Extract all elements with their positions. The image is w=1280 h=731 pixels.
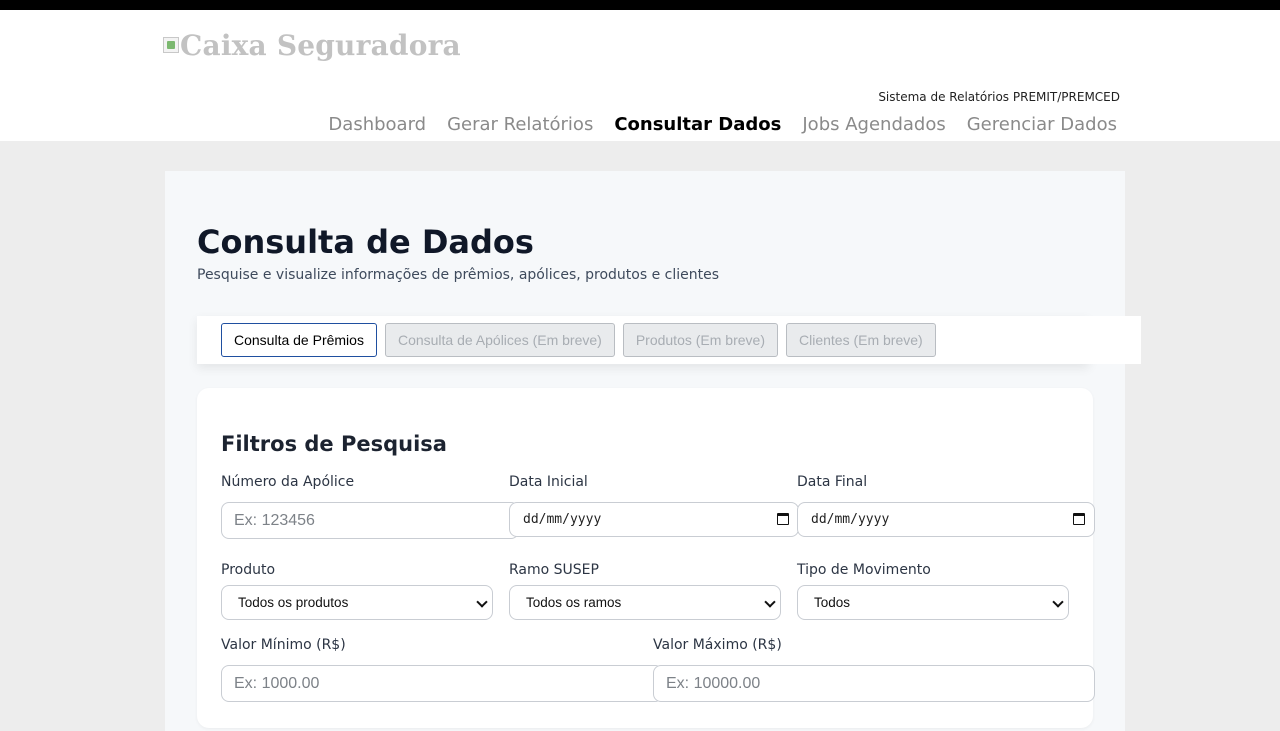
start-date-label: Data Inicial: [509, 474, 588, 490]
page-subtitle: Pesquise e visualize informações de prêm…: [197, 267, 720, 283]
broken-image-icon: [163, 37, 179, 53]
calendar-icon[interactable]: [1073, 513, 1085, 525]
end-date-value: dd/mm/yyyy: [811, 512, 890, 527]
main-nav: Dashboard Gerar Relatórios Consultar Dad…: [328, 114, 1117, 135]
tab-produtos: Produtos (Em breve): [622, 323, 778, 357]
chevron-down-icon: [764, 596, 776, 608]
tab-clientes: Clientes (Em breve): [786, 323, 936, 357]
nav-gerenciar-dados[interactable]: Gerenciar Dados: [967, 114, 1117, 135]
system-label: Sistema de Relatórios PREMIT/PREMCED: [878, 90, 1120, 104]
movement-type-select-value: Todos: [814, 595, 851, 610]
susep-branch-select-value: Todos os ramos: [526, 595, 622, 610]
nav-gerar-relatorios[interactable]: Gerar Relatórios: [447, 114, 593, 135]
top-bar: [0, 0, 1280, 10]
movement-type-label: Tipo de Movimento: [797, 562, 931, 578]
susep-branch-select[interactable]: Todos os ramos: [509, 585, 781, 620]
max-value-label: Valor Máximo (R$): [653, 637, 782, 653]
min-value-input[interactable]: Ex: 1000.00: [221, 665, 663, 702]
movement-type-select[interactable]: Todos: [797, 585, 1069, 620]
nav-consultar-dados[interactable]: Consultar Dados: [614, 114, 781, 135]
nav-dashboard[interactable]: Dashboard: [328, 114, 426, 135]
product-label: Produto: [221, 562, 276, 578]
policy-number-input[interactable]: Ex: 123456: [221, 502, 519, 539]
product-select[interactable]: Todos os produtos: [221, 585, 493, 620]
policy-number-label: Número da Apólice: [221, 474, 355, 490]
page-title: Consulta de Dados: [197, 223, 534, 261]
chevron-down-icon: [476, 596, 488, 608]
logo-alt-text: Caixa Seguradora: [180, 28, 461, 62]
min-value-label: Valor Mínimo (R$): [221, 637, 346, 653]
tab-bar: Consulta de Prêmios Consulta de Apólices…: [197, 316, 1141, 364]
site-header: Caixa Seguradora Sistema de Relatórios P…: [0, 10, 1280, 141]
filters-title: Filtros de Pesquisa: [221, 432, 447, 456]
start-date-value: dd/mm/yyyy: [523, 512, 602, 527]
max-value-input[interactable]: Ex: 10000.00: [653, 665, 1095, 702]
susep-branch-label: Ramo SUSEP: [509, 562, 599, 578]
tab-consulta-premios[interactable]: Consulta de Prêmios: [221, 323, 377, 357]
product-select-value: Todos os produtos: [238, 595, 349, 610]
start-date-input[interactable]: dd/mm/yyyy: [509, 502, 799, 537]
end-date-label: Data Final: [797, 474, 868, 490]
chevron-down-icon: [1052, 596, 1064, 608]
logo[interactable]: Caixa Seguradora: [163, 28, 461, 62]
nav-jobs-agendados[interactable]: Jobs Agendados: [802, 114, 945, 135]
tab-consulta-apolices: Consulta de Apólices (Em breve): [384, 323, 615, 357]
calendar-icon[interactable]: [777, 513, 789, 525]
filters-card: Filtros de Pesquisa Número da Apólice Ex…: [197, 388, 1095, 728]
end-date-input[interactable]: dd/mm/yyyy: [797, 502, 1095, 537]
